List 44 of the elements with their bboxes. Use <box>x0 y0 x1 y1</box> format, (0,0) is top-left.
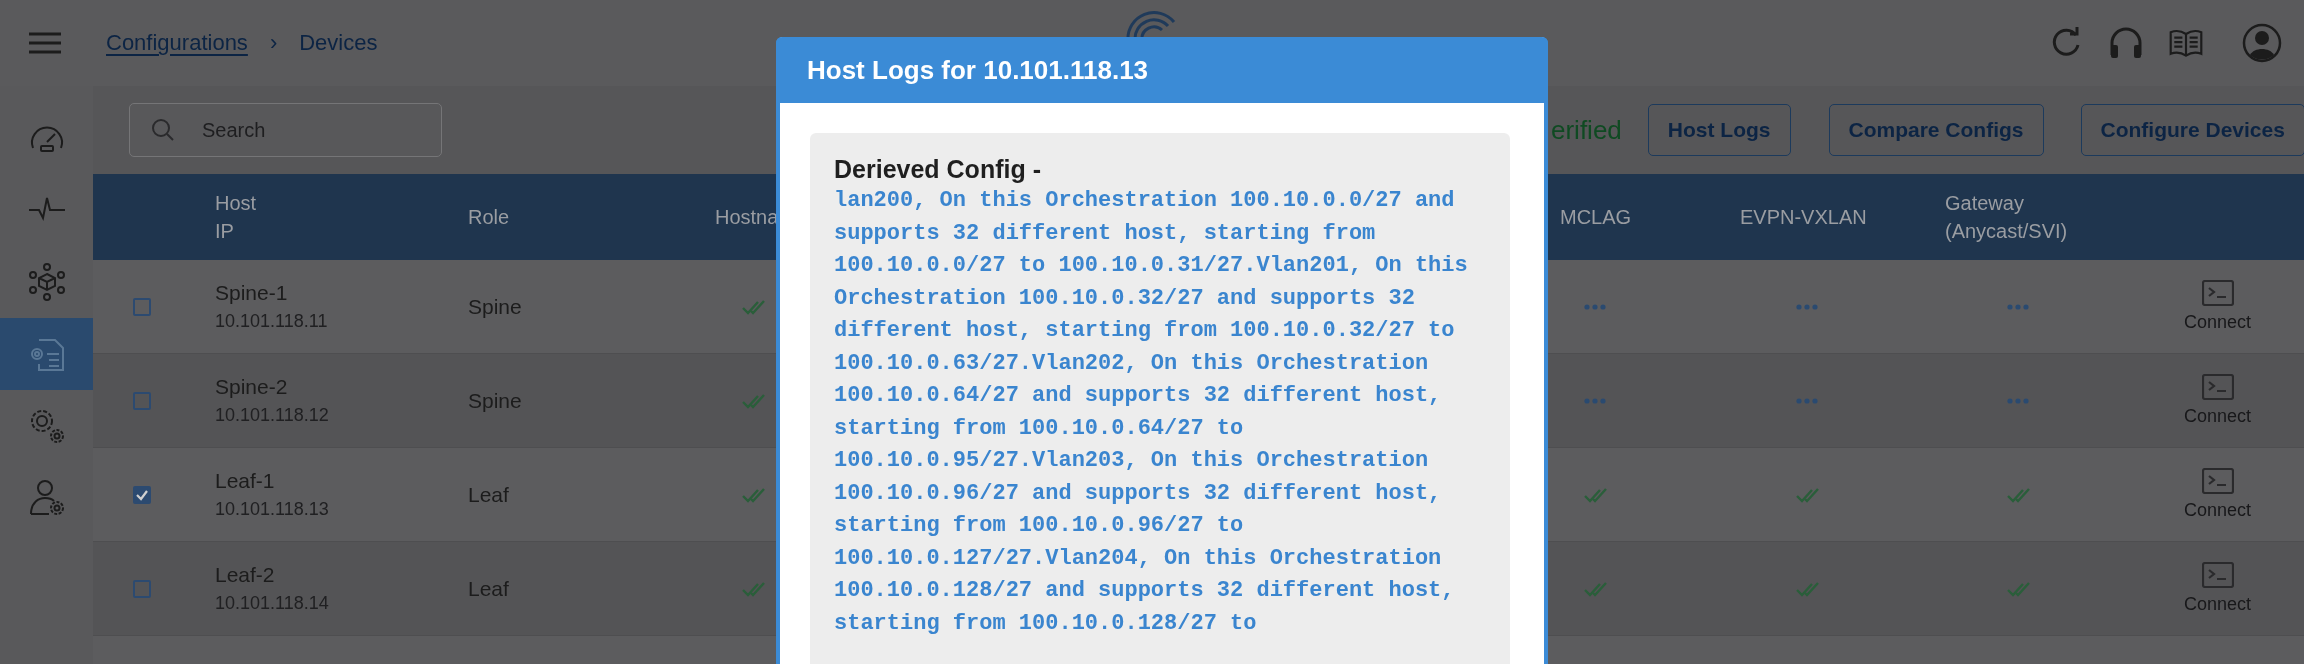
column-header: Host IP <box>214 191 257 244</box>
search-icon <box>151 118 175 142</box>
row-checkbox[interactable] <box>133 485 151 504</box>
toolbar-button[interactable]: Host Logs <box>1647 104 1791 156</box>
search-field[interactable]: Search <box>129 103 442 157</box>
terminal-icon <box>2201 280 2234 306</box>
breadcrumb-separator: › <box>269 30 278 56</box>
role-cell-text: Spine <box>467 388 522 413</box>
column-header: MCLAG <box>1559 205 1632 230</box>
device-ip: 10.101.118.11 <box>215 311 328 332</box>
connect-button[interactable]: Connect <box>2160 468 2252 521</box>
column-header: Role <box>467 205 510 230</box>
breadcrumb-current: Devices <box>299 30 378 56</box>
sidebar-item[interactable] <box>0 318 93 390</box>
terminal-icon <box>2201 374 2234 400</box>
device-name: Leaf-2 <box>215 563 276 587</box>
cube-network-icon[interactable] <box>26 262 67 302</box>
connect-button[interactable]: Connect <box>2160 374 2252 427</box>
device-name: Spine-1 <box>215 281 289 305</box>
device-ip: 10.101.118.13 <box>215 499 329 520</box>
log-text: lan200, On this Orchestration 100.10.0.0/27 and supports 32 different host, starting from 100.10.0.0/27 to 100.10.0.31/27.Vlan201, On this Orchestration 100.10.0.32/27 and supports 32 different host, starting from 100.10.0.32/27 to 100.10.0.63/27.Vlan202, On this Orchestration 100.10.0.64/27 and supports 32 different host, starting from 100.10.0.64/27 to 100.10.0.95/27.Vlan203, On this Orchestration 100.10.0.96/27 and supports 32 different host, starting from 100.10.0.96/27 to 100.10.0.127/27.Vlan204, On this Orchestration 100.10.0.128/27 and supports 32 different host, starting from 100.10.0.128/27 to <box>834 187 1469 638</box>
row-checkbox[interactable] <box>133 297 151 316</box>
role-cell-text: Leaf <box>467 482 509 507</box>
terminal-icon <box>2201 562 2234 588</box>
menu-icon[interactable] <box>29 32 61 54</box>
column-header: EVPN-VXLAN <box>1739 205 1867 230</box>
role-cell-text: Leaf <box>467 576 509 601</box>
terminal-icon <box>2201 468 2234 494</box>
device-name: Leaf-1 <box>215 469 276 493</box>
breadcrumb-link[interactable]: Configurations <box>106 30 248 56</box>
column-header: Gateway (Anycast/SVI) <box>1944 191 2068 244</box>
device-name: Spine-2 <box>215 375 289 399</box>
connect-button[interactable]: Connect <box>2160 562 2252 615</box>
log-heading: Derieved Config - <box>834 154 1042 185</box>
user-avatar-icon[interactable] <box>2242 23 2282 63</box>
column-header: Hostna <box>714 205 779 230</box>
connect-button[interactable]: Connect <box>2160 280 2252 333</box>
role-cell-text: Spine <box>467 294 522 319</box>
row-checkbox[interactable] <box>133 391 151 410</box>
status-text: erified <box>1551 114 1622 146</box>
row-checkbox[interactable] <box>133 579 151 598</box>
toolbar-button[interactable]: Compare Configs <box>1828 104 2044 156</box>
headphones-icon[interactable] <box>2108 25 2144 61</box>
dialog-title: Host Logs for 10.101.118.13 <box>807 54 1149 86</box>
